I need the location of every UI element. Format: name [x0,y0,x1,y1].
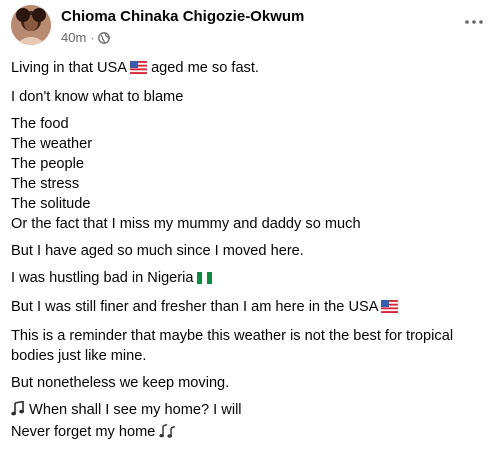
globe-icon[interactable] [98,31,111,44]
post-paragraph: Living in that USA aged me so fast. [11,58,484,80]
us-flag-emoji [381,299,399,319]
post-line: The solitude [11,196,91,212]
post-line: But I have aged so much since I moved he… [11,243,304,259]
more-options-button[interactable] [464,14,484,30]
post-paragraph: This is a reminder that maybe this weath… [11,326,484,366]
post-paragraph: But nonetheless we keep moving. [11,373,484,393]
post-line: Living in that USA aged me so fast. [11,58,484,80]
post-header: Chioma Chinaka Chigozie-Okwum 40m · [11,4,494,48]
musical-note-icon [11,400,25,422]
musical-notes-icon [159,423,177,444]
post-line: The stress [11,176,80,192]
post-line: But nonetheless we keep moving. [11,375,230,391]
post-line: When shall I see my home? I will [11,400,484,422]
meta-separator: · [90,30,95,45]
post-paragraph: When shall I see my home? I will Never f… [11,400,484,444]
post-body: Living in that USA aged me so fast. I do… [11,58,484,451]
post-paragraph: The food The weather The people The stre… [11,114,484,234]
post-line: I don't know what to blame [11,89,184,105]
more-options-icon [465,20,483,24]
post-paragraph: But I was still finer and fresher than I… [11,297,484,319]
avatar[interactable] [11,5,51,45]
post-line: bodies just like mine. [11,348,147,364]
nigeria-flag-emoji [196,270,212,290]
post-line: But I was still finer and fresher than I… [11,297,484,319]
post-paragraph: But I have aged so much since I moved he… [11,241,484,261]
post: Chioma Chinaka Chigozie-Okwum 40m · Livi… [0,0,494,442]
us-flag-emoji [130,60,148,80]
post-line: Never forget my home [11,422,484,444]
post-line: I was hustling bad in Nigeria [11,268,484,290]
author-name[interactable]: Chioma Chinaka Chigozie-Okwum [61,8,304,25]
post-paragraph: I don't know what to blame [11,87,484,107]
post-line: This is a reminder that maybe this weath… [11,328,454,344]
post-meta: 40m · [61,30,111,45]
post-line: The people [11,156,85,172]
post-paragraph: I was hustling bad in Nigeria [11,268,484,290]
post-line: Or the fact that I miss my mummy and dad… [11,216,361,232]
post-timestamp[interactable]: 40m [61,30,86,45]
post-line: The food [11,116,69,132]
post-line: The weather [11,136,93,152]
